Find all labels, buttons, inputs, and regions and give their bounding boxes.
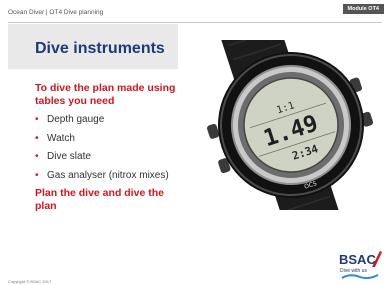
logo-tagline: Dive with us xyxy=(340,268,367,274)
bullet-icon: • xyxy=(35,132,39,144)
logo-text: BSAC xyxy=(339,252,376,267)
header-divider xyxy=(8,22,382,23)
wave-icon xyxy=(341,274,379,280)
copyright-text: Copyright © BSAC 2017 xyxy=(8,279,52,284)
bullet-text: Watch xyxy=(47,132,75,144)
bullet-icon: • xyxy=(35,114,39,125)
slide-title: Dive instruments xyxy=(35,40,165,57)
bullet-list: • Depth gauge • Watch • Dive slate • Gas ana… xyxy=(35,114,169,188)
lead-text: To dive the plan made using tables you n… xyxy=(35,82,176,107)
module-badge: Module OT4 xyxy=(342,4,384,14)
bsac-logo: BSAC Dive with us xyxy=(339,251,382,280)
bullet-item: • Watch xyxy=(35,133,169,152)
dive-computer-watch-image: 1.49 1:1 2:34 OCS xyxy=(207,40,374,210)
bullet-item: • Gas analyser (nitrox mixes) xyxy=(35,170,169,189)
bullet-icon: • xyxy=(35,169,39,181)
bullet-icon: • xyxy=(35,151,39,162)
header-text: Ocean Diver | OT4 Dive planning xyxy=(8,9,104,16)
bullet-item: • Depth gauge xyxy=(35,114,169,133)
bullet-text: Dive slate xyxy=(47,151,91,162)
closing-text: Plan the dive and dive the plan xyxy=(35,187,164,212)
bullet-item: • Dive slate xyxy=(35,151,169,170)
bullet-text: Depth gauge xyxy=(47,114,105,125)
bullet-text: Gas analyser (nitrox mixes) xyxy=(47,169,169,181)
slide: Ocean Diver | OT4 Dive planning Module O… xyxy=(0,0,390,285)
